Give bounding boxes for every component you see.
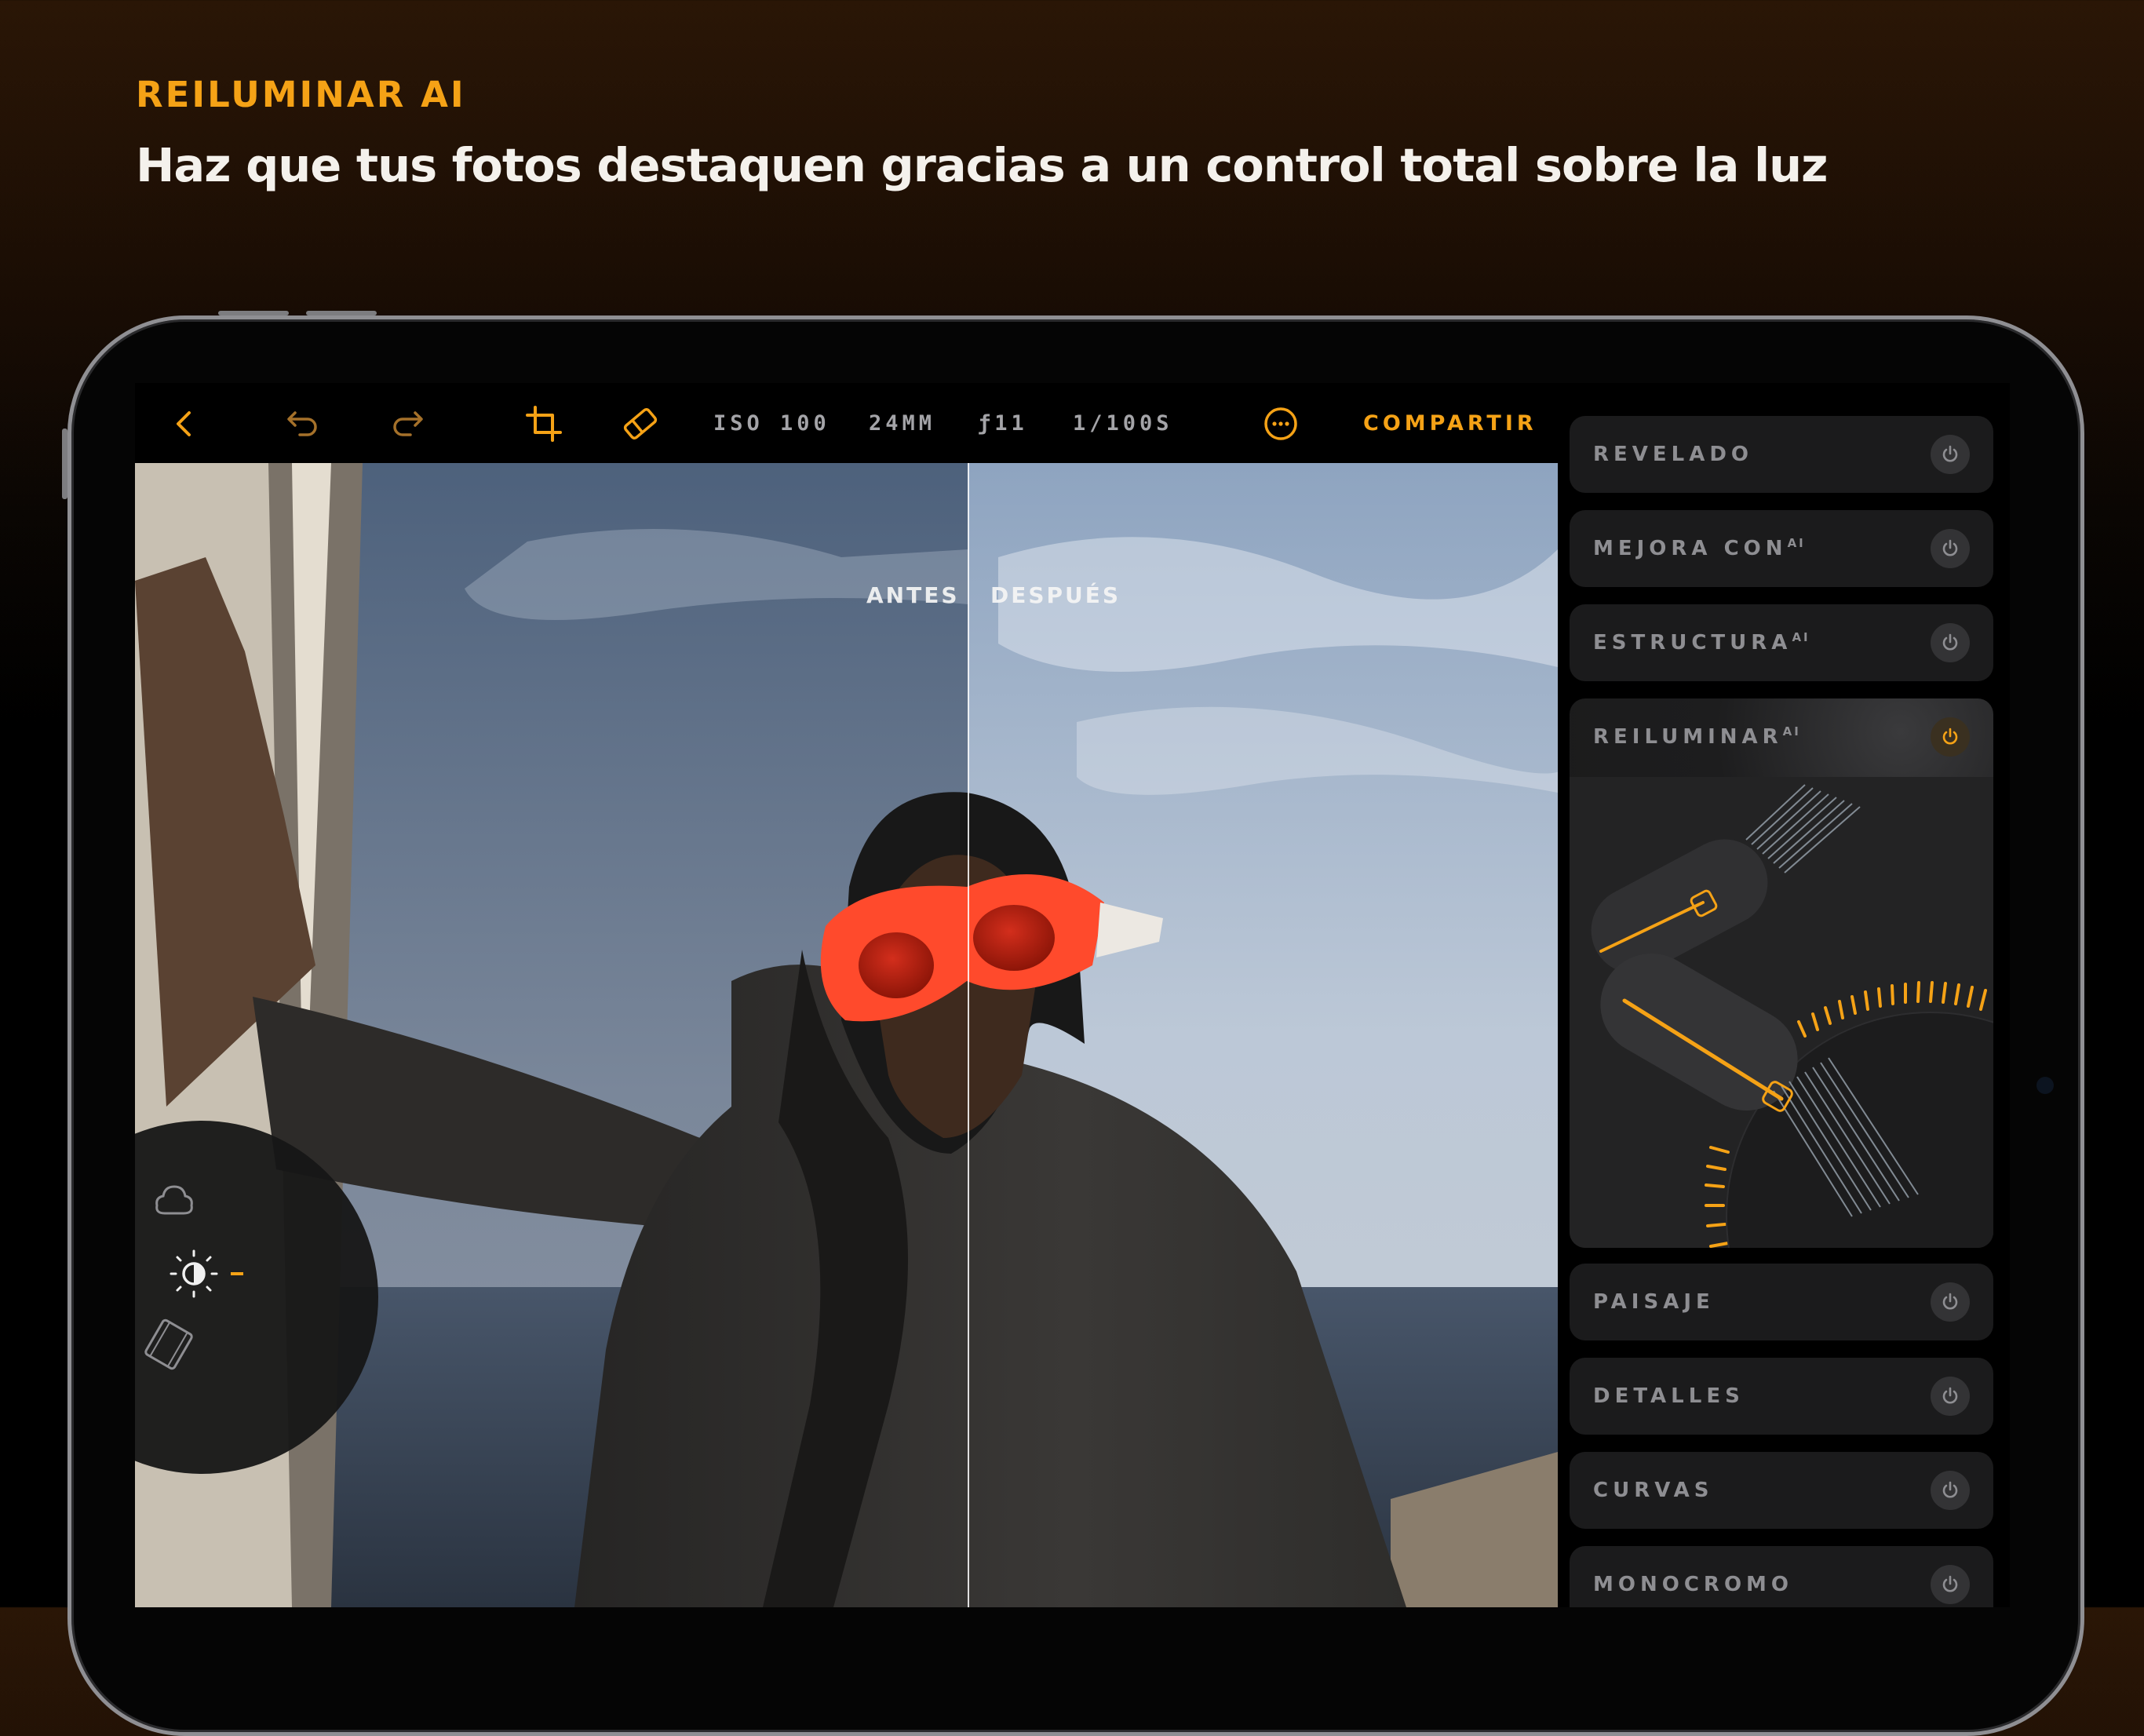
shutter-value: 1/100S [1073,411,1173,436]
cloud-icon[interactable] [151,1177,198,1228]
eraser-icon[interactable] [615,399,665,449]
light-source-1 [1591,784,1861,974]
power-icon[interactable] [1931,529,1970,568]
relight-light-controls[interactable] [1570,777,1993,1248]
panel-item-label: ESTRUCTURAAI [1593,630,1810,655]
panel-item-paisaje[interactable]: PAISAJE [1570,1264,1993,1340]
ai-superscript: AI [1792,630,1810,644]
panel-item-estructura-ai[interactable]: ESTRUCTURAAI [1570,604,1993,681]
panel-item-monocromo[interactable]: MONOCROMO [1570,1546,1993,1607]
panel-item-revelado[interactable]: REVELADO [1570,416,1993,493]
panel-item-curvas[interactable]: CURVAS [1570,1452,1993,1529]
ai-superscript: AI [1787,536,1806,550]
before-label: ANTES [866,582,960,608]
redo-icon[interactable] [382,399,432,449]
panel-item-reiluminar-ai[interactable]: REILUMINARAI [1570,698,1993,1248]
photo-canvas[interactable] [135,463,1558,1607]
panel-item-label: CURVAS [1593,1479,1714,1502]
portrait-photo [135,463,1558,1607]
device-side-button [62,429,67,499]
power-icon[interactable] [1931,623,1970,662]
undo-icon[interactable] [278,399,328,449]
panel-item-label: REVELADO [1593,443,1754,466]
film-icon[interactable] [141,1317,196,1376]
ai-superscript: AI [1782,724,1801,739]
share-button[interactable]: COMPARTIR [1363,411,1537,436]
section-eyebrow: REILUMINAR AI [136,74,466,115]
more-icon[interactable] [1256,399,1306,449]
aperture-value: ƒ11 [978,411,1028,436]
after-label: DESPUÉS [990,582,1121,608]
camera-icon [2036,1077,2054,1094]
app-screen: ISO 100 24MM ƒ11 1/100S COMPARTIR ANTES … [135,383,2010,1607]
panel-item-label: MONOCROMO [1593,1573,1794,1596]
panel-item-mejora-con-ai[interactable]: MEJORA CONAI [1570,510,1993,587]
focal-length-value: 24MM [869,411,936,436]
crop-icon[interactable] [519,399,569,449]
light-icon[interactable] [166,1246,221,1305]
power-icon[interactable] [1931,1282,1970,1322]
panel-item-label: REILUMINARAI [1593,724,1801,749]
page-headline: Haz que tus fotos destaquen gracias a un… [136,138,1829,192]
iso-value: ISO 100 [713,411,830,436]
back-icon[interactable] [159,399,210,449]
power-icon[interactable] [1931,717,1970,757]
power-icon[interactable] [1931,1565,1970,1604]
panel-item-label: MEJORA CONAI [1593,536,1806,560]
power-icon[interactable] [1931,1471,1970,1510]
panel-item-detalles[interactable]: DETALLES [1570,1358,1993,1435]
dial-indicator [231,1272,243,1275]
compare-divider-handle[interactable] [968,463,969,1607]
power-icon[interactable] [1931,1377,1970,1416]
panel-item-label: DETALLES [1593,1384,1745,1408]
power-icon[interactable] [1931,435,1970,474]
panel-item-label: PAISAJE [1593,1290,1715,1314]
adjustments-panel: REVELADO MEJORA CONAI ESTRUCTURAAI REILU… [1570,383,1993,1607]
